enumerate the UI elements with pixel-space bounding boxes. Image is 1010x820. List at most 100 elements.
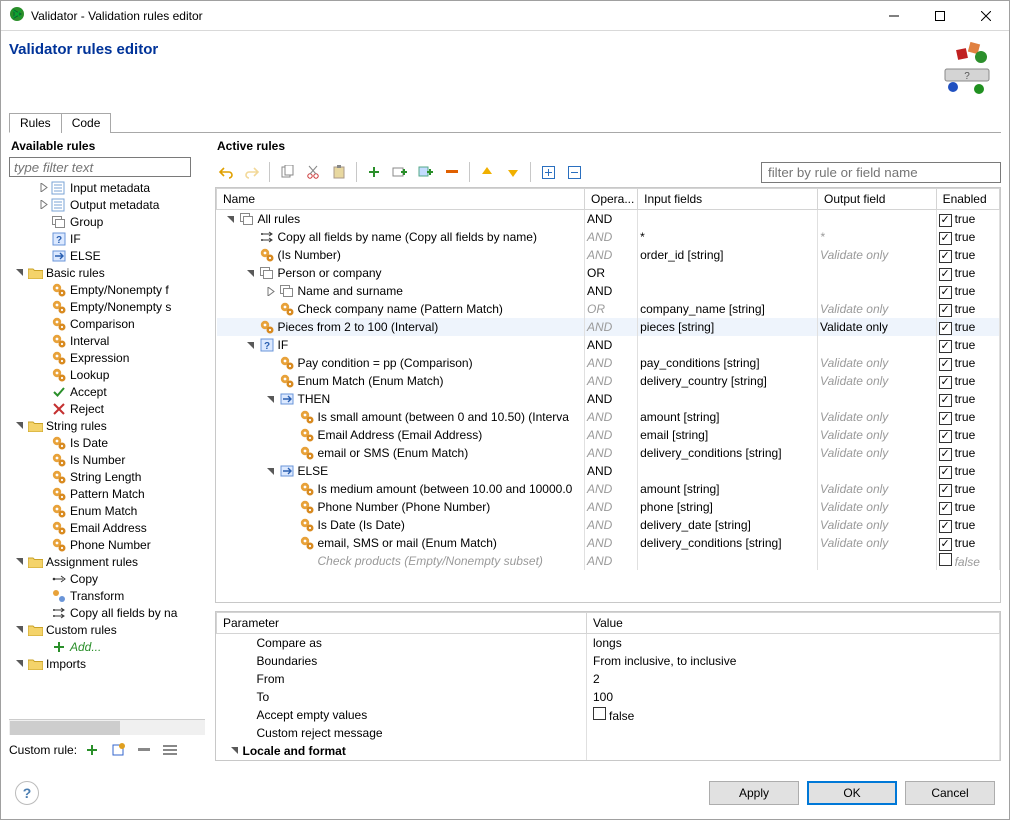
- table-row[interactable]: email or SMS (Enum Match)ANDdelivery_con…: [217, 444, 1000, 462]
- ok-button[interactable]: OK: [807, 781, 897, 805]
- param-value[interactable]: From inclusive, to inclusive: [587, 652, 1000, 670]
- cut-button[interactable]: [302, 161, 324, 183]
- row-enabled[interactable]: true: [936, 390, 999, 408]
- add-group-button[interactable]: [389, 161, 411, 183]
- tree-twisty[interactable]: [37, 505, 49, 517]
- tree-twisty[interactable]: [37, 573, 49, 585]
- row-twisty[interactable]: [265, 375, 277, 387]
- row-twisty[interactable]: [265, 285, 277, 297]
- row-enabled[interactable]: true: [936, 498, 999, 516]
- tree-twisty[interactable]: [37, 386, 49, 398]
- tree-twisty[interactable]: [37, 182, 49, 194]
- paste-button[interactable]: [328, 161, 350, 183]
- tree-item[interactable]: Expression: [9, 349, 205, 366]
- tree-twisty[interactable]: [13, 267, 25, 279]
- tree-item[interactable]: Group: [9, 213, 205, 230]
- row-enabled[interactable]: true: [936, 516, 999, 534]
- table-row[interactable]: Is medium amount (between 10.00 and 1000…: [217, 480, 1000, 498]
- tree-twisty[interactable]: [229, 744, 241, 756]
- tree-item[interactable]: Empty/Nonempty f: [9, 281, 205, 298]
- maximize-button[interactable]: [917, 1, 963, 30]
- row-enabled[interactable]: true: [936, 444, 999, 462]
- checkbox-icon[interactable]: [939, 466, 952, 479]
- table-row[interactable]: Check products (Empty/Nonempty subset)AN…: [217, 552, 1000, 570]
- tree-twisty[interactable]: [37, 318, 49, 330]
- custom-rule-add-button[interactable]: [81, 739, 103, 761]
- tree-twisty[interactable]: [37, 437, 49, 449]
- tree-twisty[interactable]: [37, 301, 49, 313]
- row-enabled[interactable]: true: [936, 480, 999, 498]
- tree-twisty[interactable]: [13, 658, 25, 670]
- tree-item[interactable]: Enum Match: [9, 502, 205, 519]
- tree-twisty[interactable]: [13, 624, 25, 636]
- table-row[interactable]: Pieces from 2 to 100 (Interval)ANDpieces…: [217, 318, 1000, 336]
- row-enabled[interactable]: true: [936, 408, 999, 426]
- param-row[interactable]: Custom reject message: [217, 724, 1000, 742]
- tree-item[interactable]: Custom rules: [9, 621, 205, 638]
- row-twisty[interactable]: [265, 357, 277, 369]
- checkbox-icon[interactable]: [939, 448, 952, 461]
- tree-item[interactable]: Basic rules: [9, 264, 205, 281]
- row-twisty[interactable]: [285, 447, 297, 459]
- tree-twisty[interactable]: [37, 590, 49, 602]
- checkbox-icon[interactable]: [939, 376, 952, 389]
- tree-twisty[interactable]: [37, 454, 49, 466]
- checkbox-icon[interactable]: [939, 484, 952, 497]
- row-twisty[interactable]: [285, 501, 297, 513]
- table-row[interactable]: Pay condition = pp (Comparison)ANDpay_co…: [217, 354, 1000, 372]
- help-button[interactable]: ?: [15, 781, 39, 805]
- row-twisty[interactable]: [245, 267, 257, 279]
- collapse-all-button[interactable]: [563, 161, 585, 183]
- row-twisty[interactable]: [245, 249, 257, 261]
- custom-rule-edit-button[interactable]: [107, 739, 129, 761]
- row-twisty[interactable]: [245, 231, 257, 243]
- row-enabled[interactable]: true: [936, 318, 999, 336]
- row-enabled[interactable]: true: [936, 246, 999, 264]
- tree-item[interactable]: Is Number: [9, 451, 205, 468]
- tree-twisty[interactable]: [37, 216, 49, 228]
- table-row[interactable]: Copy all fields by name (Copy all fields…: [217, 228, 1000, 246]
- tree-item[interactable]: ELSE: [9, 247, 205, 264]
- tree-item[interactable]: Add...: [9, 638, 205, 655]
- add-rule-button[interactable]: [363, 161, 385, 183]
- tree-twisty[interactable]: [37, 233, 49, 245]
- row-twisty[interactable]: [225, 213, 237, 225]
- tree-twisty[interactable]: [37, 250, 49, 262]
- active-filter-input[interactable]: [761, 162, 1001, 183]
- tree-item[interactable]: Phone Number: [9, 536, 205, 553]
- col-en[interactable]: Enabled: [936, 189, 999, 210]
- tree-item[interactable]: Copy all fields by na: [9, 604, 205, 621]
- row-enabled[interactable]: true: [936, 228, 999, 246]
- table-row[interactable]: Is Date (Is Date)ANDdelivery_date [strin…: [217, 516, 1000, 534]
- checkbox-icon[interactable]: [939, 358, 952, 371]
- move-down-button[interactable]: [502, 161, 524, 183]
- tree-twisty[interactable]: [37, 284, 49, 296]
- tree-item[interactable]: Imports: [9, 655, 205, 672]
- checkbox-icon[interactable]: [939, 412, 952, 425]
- row-enabled[interactable]: true: [936, 354, 999, 372]
- apply-button[interactable]: Apply: [709, 781, 799, 805]
- row-enabled[interactable]: true: [936, 300, 999, 318]
- row-twisty[interactable]: [285, 519, 297, 531]
- tree-twisty[interactable]: [13, 420, 25, 432]
- param-row[interactable]: Accept empty valuesfalse: [217, 706, 1000, 724]
- undo-button[interactable]: [215, 161, 237, 183]
- tab-rules[interactable]: Rules: [9, 113, 62, 133]
- checkbox-icon[interactable]: [939, 268, 952, 281]
- tree-item[interactable]: Input metadata: [9, 179, 205, 196]
- available-filter-input[interactable]: [9, 157, 191, 177]
- checkbox-icon[interactable]: [939, 430, 952, 443]
- table-row[interactable]: ?IFANDtrue: [217, 336, 1000, 354]
- row-enabled[interactable]: true: [936, 372, 999, 390]
- row-twisty[interactable]: [285, 555, 297, 567]
- tree-twisty[interactable]: [37, 539, 49, 551]
- remove-button[interactable]: [441, 161, 463, 183]
- copy-button[interactable]: [276, 161, 298, 183]
- row-enabled[interactable]: true: [936, 264, 999, 282]
- tree-twisty[interactable]: [37, 522, 49, 534]
- table-row[interactable]: Name and surnameANDtrue: [217, 282, 1000, 300]
- tree-h-scroll[interactable]: [9, 719, 205, 735]
- row-enabled[interactable]: true: [936, 336, 999, 354]
- row-twisty[interactable]: [285, 429, 297, 441]
- tree-twisty[interactable]: [37, 403, 49, 415]
